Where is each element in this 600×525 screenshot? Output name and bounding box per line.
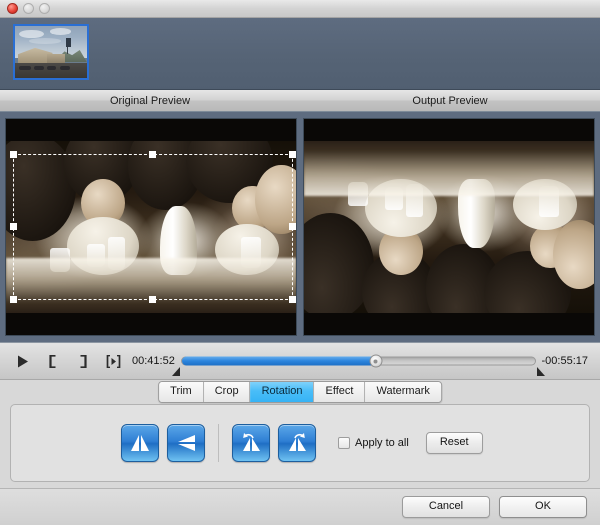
video-edit-dialog: Original Preview Output Preview 00:41:52…	[0, 0, 600, 525]
remaining-time-label: -00:55:17	[541, 355, 588, 367]
original-preview-label: Original Preview	[109, 94, 191, 107]
bracket-play-icon	[106, 354, 120, 368]
ok-button[interactable]: OK	[499, 496, 587, 518]
set-start-button[interactable]	[38, 348, 68, 374]
play-segment-button[interactable]	[98, 348, 128, 374]
set-end-button[interactable]	[68, 348, 98, 374]
close-window-icon[interactable]	[7, 3, 18, 14]
tab-zone: Trim Crop Rotation Effect Watermark	[0, 380, 600, 403]
play-button[interactable]	[8, 348, 38, 374]
rotate-right-button[interactable]	[278, 424, 316, 462]
original-preview-pane[interactable]	[5, 118, 297, 336]
bracket-left-icon	[49, 354, 56, 368]
tab-bar: Trim Crop Rotation Effect Watermark	[158, 381, 442, 403]
flip-horizontal-button[interactable]	[121, 424, 159, 462]
flip-vertical-icon	[178, 435, 195, 451]
apply-to-all-checkbox[interactable]	[338, 437, 350, 449]
flip-vertical-button[interactable]	[167, 424, 205, 462]
tab-watermark[interactable]: Watermark	[365, 382, 441, 402]
preview-label-bar: Original Preview Output Preview	[0, 90, 600, 112]
transport-bar: 00:41:52 -00:55:17	[0, 342, 600, 380]
output-video-frame	[304, 119, 594, 335]
rotation-panel: Apply to all Reset	[10, 404, 590, 482]
minimize-window-icon[interactable]	[23, 3, 34, 14]
window-traffic-lights	[7, 3, 50, 14]
slider-knob[interactable]	[369, 354, 383, 368]
output-preview-label: Output Preview	[412, 94, 488, 107]
rotate-left-button[interactable]	[232, 424, 270, 462]
rotation-group-divider	[218, 424, 219, 462]
dialog-footer: Cancel OK	[0, 488, 600, 525]
rotation-button-group	[121, 424, 316, 462]
video-thumbnail-1[interactable]	[13, 24, 89, 80]
thumbnail-strip	[0, 18, 600, 90]
bracket-right-icon	[80, 354, 87, 368]
preview-area	[0, 112, 600, 342]
tab-effect[interactable]: Effect	[314, 382, 366, 402]
original-video-frame	[6, 119, 296, 335]
window-titlebar	[0, 0, 600, 18]
reset-button[interactable]: Reset	[425, 432, 483, 454]
thumbnail-image	[15, 26, 87, 78]
rotate-right-icon	[289, 433, 306, 451]
tab-crop[interactable]: Crop	[203, 382, 251, 402]
cancel-button[interactable]: Cancel	[402, 496, 490, 518]
tab-trim[interactable]: Trim	[159, 382, 204, 402]
slider-fill	[181, 356, 377, 366]
apply-to-all-group: Apply to all Reset	[338, 432, 483, 454]
trim-start-marker[interactable]	[171, 367, 180, 376]
apply-to-all-label: Apply to all	[355, 437, 409, 449]
play-icon	[18, 355, 28, 367]
rotate-left-icon	[243, 433, 260, 451]
output-preview-pane[interactable]	[303, 118, 595, 336]
flip-horizontal-icon	[131, 435, 149, 451]
zoom-window-icon[interactable]	[39, 3, 50, 14]
timeline-slider[interactable]	[171, 348, 545, 376]
tab-rotation[interactable]: Rotation	[250, 382, 315, 402]
trim-end-marker[interactable]	[536, 367, 545, 376]
current-time-label: 00:41:52	[132, 355, 175, 367]
